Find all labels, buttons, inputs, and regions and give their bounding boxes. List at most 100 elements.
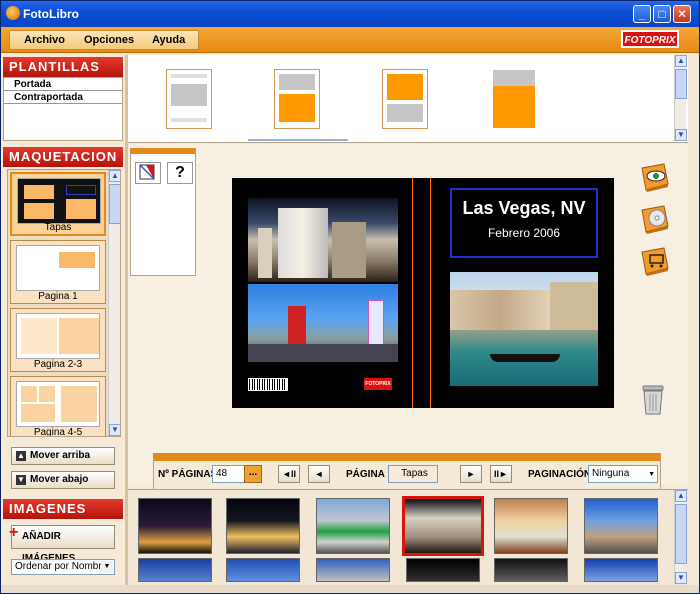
shopping-cart-icon[interactable]	[638, 246, 672, 276]
image-thumbnail[interactable]	[584, 498, 658, 554]
burn-cd-icon[interactable]	[638, 204, 672, 234]
arrow-down-icon: ▼	[16, 475, 26, 485]
layout-caption: Pagina 4-5	[33, 427, 83, 437]
next-page-button[interactable]: ►	[460, 465, 482, 483]
pagination-bar: Nº PÁGINAS 48 ... ◄II ◄ PÁGINA Tapas ► I…	[153, 453, 661, 489]
scroll-thumb[interactable]	[675, 69, 687, 99]
template-thumb-4[interactable]	[490, 69, 536, 129]
maquetacion-header: MAQUETACION	[3, 147, 123, 167]
scroll-up-icon[interactable]: ▲	[109, 170, 120, 182]
images-scrollbar[interactable]: ▲ ▼	[674, 490, 687, 584]
menu-bar: Archivo Opciones Ayuda FOTOPRIX	[1, 27, 699, 53]
plantilla-contraportada[interactable]: Contraportada	[4, 91, 122, 104]
add-images-button[interactable]: + AÑADIR IMÁGENES	[9, 524, 115, 564]
scroll-up-icon[interactable]: ▲	[675, 490, 687, 502]
tool-panel: ?	[130, 148, 196, 276]
app-icon	[6, 6, 20, 20]
cover-title: Las Vegas, NV	[462, 198, 586, 218]
window-bottom-edge	[1, 585, 699, 593]
menu-group: Archivo Opciones Ayuda	[9, 30, 199, 50]
menu-ayuda[interactable]: Ayuda	[152, 34, 185, 46]
app-window: FotoLibro _ □ ✕ Archivo Opciones Ayuda F…	[0, 0, 700, 594]
scroll-down-icon[interactable]: ▼	[109, 424, 120, 436]
layout-preview	[16, 381, 100, 427]
book-cover-spread[interactable]: FOTOPRIX Las Vegas, NV Febrero 2006	[232, 178, 614, 408]
image-thumbnail[interactable]	[494, 558, 568, 582]
numbering-label: PAGINACIÓN	[528, 469, 592, 480]
title-bar[interactable]: FotoLibro _ □ ✕	[1, 1, 699, 27]
template-selection-indicator	[248, 139, 348, 141]
layout-preview	[16, 245, 100, 291]
image-thumbnail[interactable]	[406, 558, 480, 582]
window-title: FotoLibro	[23, 7, 79, 21]
layout-preview	[16, 313, 100, 359]
scroll-thumb[interactable]	[675, 504, 687, 564]
menu-archivo[interactable]: Archivo	[24, 34, 65, 46]
template-thumb-2[interactable]	[274, 69, 320, 129]
last-page-button[interactable]: II►	[490, 465, 512, 483]
photo-venetian-gondola[interactable]	[450, 272, 598, 386]
maquetacion-scrollbar[interactable]: ▲ ▼	[108, 170, 120, 436]
plantillas-header: PLANTILLAS	[3, 57, 123, 77]
image-thumbnail[interactable]	[316, 558, 390, 582]
move-down-label: Mover abajo	[30, 474, 89, 485]
image-thumbnail[interactable]	[138, 498, 212, 554]
plantilla-portada[interactable]: Portada	[4, 78, 122, 91]
imagenes-header: IMAGENES	[3, 499, 123, 519]
layout-page-1[interactable]: Pagina 1	[10, 240, 106, 304]
image-thumbnail[interactable]	[138, 558, 212, 582]
numbering-value: Ninguna	[592, 468, 630, 479]
image-edit-icon	[139, 164, 155, 180]
cover-subtitle: Febrero 2006	[487, 226, 561, 240]
scroll-up-icon[interactable]: ▲	[675, 55, 687, 67]
image-thumbnail[interactable]	[226, 558, 300, 582]
scroll-thumb[interactable]	[109, 184, 120, 224]
layout-page-2-3[interactable]: Pagina 2-3	[10, 308, 106, 372]
pages-count-label: Nº PÁGINAS	[158, 469, 218, 480]
close-button[interactable]: ✕	[673, 5, 691, 23]
arrow-up-icon: ▲	[16, 451, 26, 461]
scroll-down-icon[interactable]: ▼	[675, 572, 687, 584]
image-thumbnail-selected[interactable]	[402, 496, 484, 556]
templates-scrollbar[interactable]: ▲ ▼	[674, 55, 687, 141]
plantillas-list: Portada Contraportada	[3, 77, 123, 141]
previous-page-button[interactable]: ◄	[308, 465, 330, 483]
trash-icon[interactable]	[640, 384, 666, 416]
chevron-down-icon: ▼	[648, 471, 655, 478]
photo-caesars-palace[interactable]	[248, 198, 398, 282]
photo-strip-sign[interactable]	[248, 284, 398, 362]
layout-page-4-5[interactable]: Pagina 4-5	[10, 376, 106, 437]
preview-book-icon[interactable]	[638, 162, 672, 192]
image-edit-tool-button[interactable]	[135, 162, 161, 184]
images-strip: ▲ ▼	[128, 489, 688, 585]
layout-page-tapas[interactable]: Tapas	[10, 172, 106, 236]
image-thumbnail[interactable]	[316, 498, 390, 554]
numbering-select[interactable]: Ninguna ▼	[588, 465, 658, 483]
chevron-down-icon: ▼	[101, 561, 113, 573]
image-thumbnail[interactable]	[584, 558, 658, 582]
image-thumbnail[interactable]	[226, 498, 300, 554]
image-thumbnail[interactable]	[494, 498, 568, 554]
current-page-field[interactable]: Tapas	[388, 465, 438, 483]
maquetacion-list: Tapas Pagina 1 Pagina 2-3 Pagina 4-5 ▲ ▼	[7, 169, 121, 437]
help-button[interactable]: ?	[167, 162, 193, 184]
pages-count-more-button[interactable]: ...	[244, 465, 262, 483]
minimize-button[interactable]: _	[633, 5, 651, 23]
layout-caption: Tapas	[44, 222, 72, 233]
sort-select[interactable]: Ordenar por Nombre ▼	[11, 559, 115, 575]
plus-icon: +	[9, 524, 19, 541]
menu-opciones[interactable]: Opciones	[84, 34, 134, 46]
spine-guide	[412, 178, 413, 408]
first-page-button[interactable]: ◄II	[278, 465, 300, 483]
maximize-button[interactable]: □	[653, 5, 671, 23]
cover-title-box[interactable]: Las Vegas, NV Febrero 2006	[450, 188, 598, 258]
layout-caption: Pagina 1	[38, 291, 78, 302]
scroll-down-icon[interactable]: ▼	[675, 129, 687, 141]
move-down-button[interactable]: ▼ Mover abajo	[11, 471, 115, 489]
pages-count-field[interactable]: 48	[212, 465, 246, 483]
move-up-button[interactable]: ▲ Mover arriba	[11, 447, 115, 465]
spine-guide	[430, 178, 431, 408]
template-thumb-3[interactable]	[382, 69, 428, 129]
template-thumb-1[interactable]	[166, 69, 212, 129]
page-label: PÁGINA	[346, 469, 385, 480]
